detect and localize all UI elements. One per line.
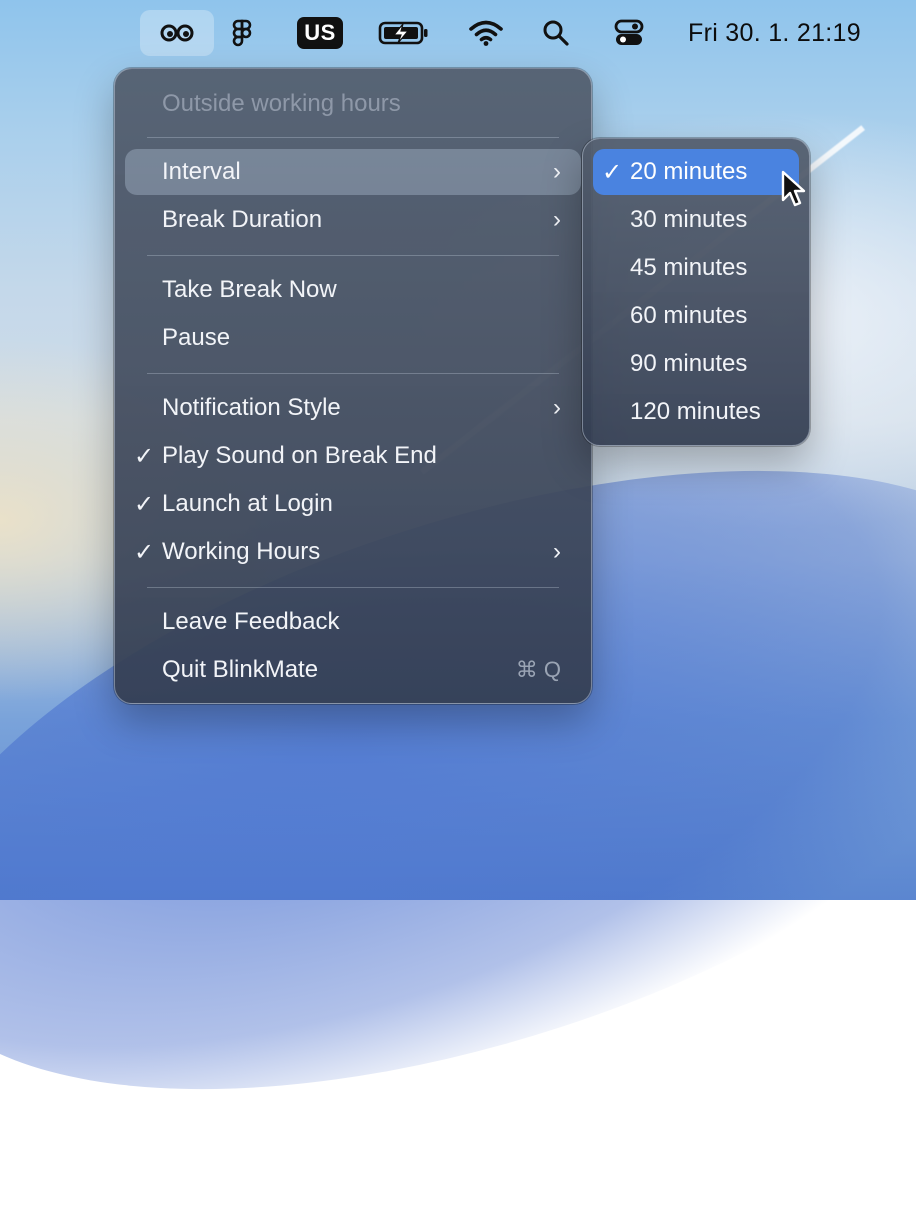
menu-bar: US Fri 30. 1. 21:19 [0,0,916,66]
checkmark-icon: ✓ [602,158,623,186]
spotlight-menu-extra[interactable] [534,10,578,56]
blinkmate-menu: Outside working hours Interval › Break D… [114,68,592,704]
menu-separator [147,137,559,138]
interval-option-30[interactable]: 30 minutes [593,197,799,243]
chevron-right-icon: › [553,206,561,233]
input-source-menu-extra[interactable]: US [294,10,346,56]
keyboard-layout-icon: US [297,17,343,49]
menu-separator [147,373,559,374]
interval-option-20[interactable]: ✓ 20 minutes [593,149,799,195]
menu-item-interval[interactable]: Interval › [125,149,581,195]
quit-shortcut: ⌘ Q [515,657,561,682]
spotlight-search-icon [543,20,569,46]
chevron-right-icon: › [553,538,561,565]
menu-item-play-sound-on-break-end[interactable]: ✓ Play Sound on Break End [125,433,581,479]
menu-item-working-hours[interactable]: ✓ Working Hours › [125,529,581,575]
figma-icon [232,19,252,47]
chevron-right-icon: › [553,158,561,185]
battery-menu-extra[interactable] [376,10,432,56]
menu-item-quit[interactable]: Quit BlinkMate ⌘ Q [125,647,581,693]
status-outside-working-hours: Outside working hours [162,90,401,117]
menu-item-notification-style[interactable]: Notification Style › [125,385,581,431]
menu-item-pause[interactable]: Pause [125,315,581,361]
menu-separator [147,255,559,256]
interval-option-45[interactable]: 45 minutes [593,245,799,291]
mouse-pointer-icon [781,170,806,207]
checkmark-icon: ✓ [134,490,155,518]
menu-item-break-duration[interactable]: Break Duration › [125,197,581,243]
menu-separator [147,587,559,588]
blinkmate-menu-extra[interactable] [140,10,214,56]
checkmark-icon: ✓ [134,538,155,566]
interval-submenu: ✓ 20 minutes 30 minutes 45 minutes 60 mi… [582,138,810,446]
menu-item-take-break-now[interactable]: Take Break Now [125,267,581,313]
wifi-menu-extra[interactable] [462,10,510,56]
wifi-icon [469,20,503,46]
blinkmate-eyes-icon [160,24,194,42]
checkmark-icon: ✓ [134,442,155,470]
menu-item-leave-feedback[interactable]: Leave Feedback [125,599,581,645]
interval-option-60[interactable]: 60 minutes [593,293,799,339]
battery-charging-icon [378,21,428,45]
figma-menu-extra[interactable] [224,10,260,56]
control-center-icon [614,19,644,45]
control-center-menu-extra[interactable] [606,10,652,56]
menu-bar-clock[interactable]: Fri 30. 1. 21:19 [672,10,898,56]
chevron-right-icon: › [553,394,561,421]
interval-option-90[interactable]: 90 minutes [593,341,799,387]
interval-option-120[interactable]: 120 minutes [593,389,799,435]
menu-item-launch-at-login[interactable]: ✓ Launch at Login [125,481,581,527]
